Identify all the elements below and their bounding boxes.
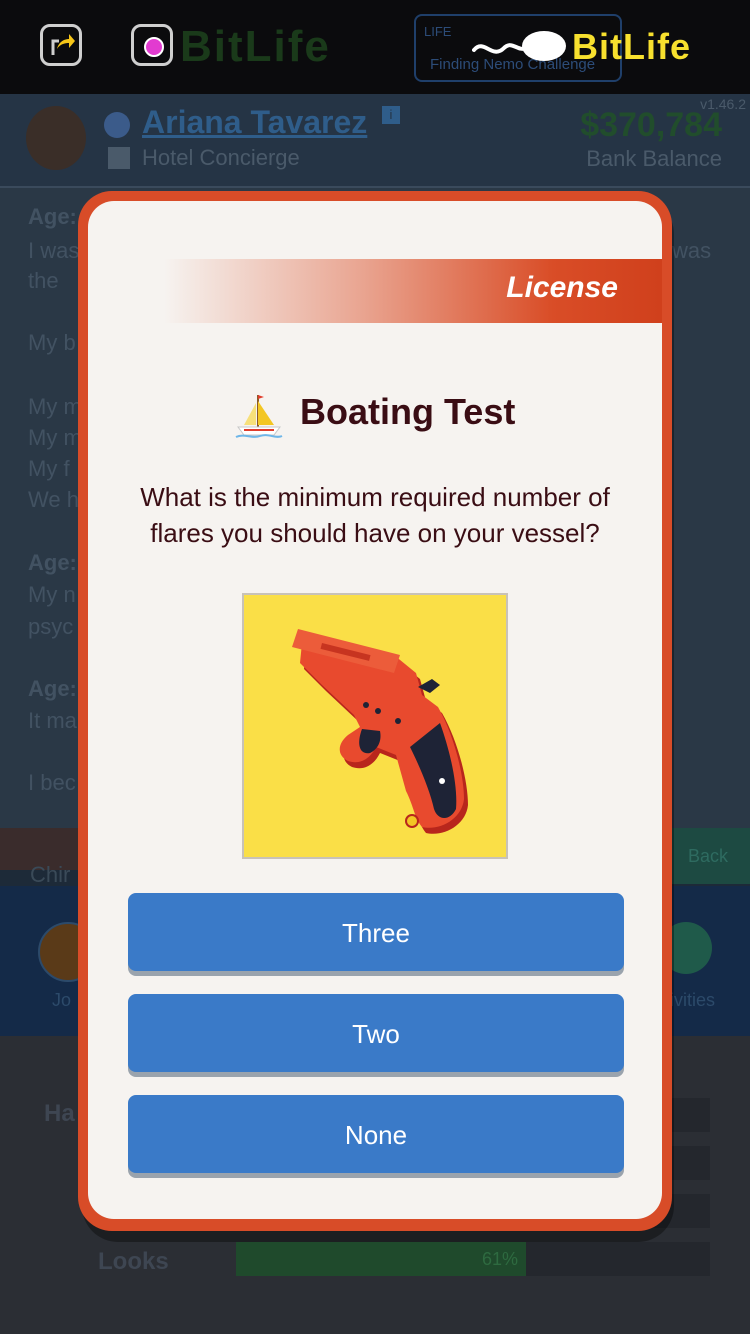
ribbon-label: License xyxy=(506,271,618,304)
info-icon[interactable]: i xyxy=(382,106,400,124)
bank-balance: $370,784 xyxy=(580,106,722,144)
test-title: Boating Test xyxy=(300,391,516,432)
answer-button-none[interactable]: None xyxy=(128,1095,624,1173)
top-bar: BitLife LIFE Finding Nemo Challenge BitL… xyxy=(0,0,750,94)
flare-gun-image xyxy=(242,593,508,859)
sperm-icon xyxy=(472,31,566,61)
instagram-button[interactable] xyxy=(131,24,173,66)
log-line: My m xyxy=(28,394,82,419)
log-line: I bec xyxy=(28,770,76,795)
license-test-modal: License Boating Test What is the minimum… xyxy=(78,191,672,1231)
job-title: Hotel Concierge xyxy=(142,145,300,170)
flag-icon xyxy=(104,112,130,138)
category-ribbon: License xyxy=(164,259,662,323)
log-line: psyc xyxy=(28,614,74,639)
logo-text: BitLife xyxy=(572,26,691,67)
log-line: My b xyxy=(28,330,76,355)
log-line: the xyxy=(28,268,59,293)
character-name[interactable]: Ariana Tavarez xyxy=(142,104,367,141)
nav-label-job: Jo xyxy=(52,990,72,1010)
log-line: Chir xyxy=(30,862,71,887)
looks-bar: 61% xyxy=(236,1242,526,1276)
share-icon xyxy=(51,34,75,55)
log-line: I was xyxy=(28,238,80,263)
sailboat-icon xyxy=(235,395,283,438)
log-line: My n xyxy=(28,582,76,607)
log-age-heading: Age: xyxy=(28,676,77,701)
log-line: We h xyxy=(28,487,79,512)
stat-label-looks: Looks xyxy=(98,1248,169,1275)
answer-button-three[interactable]: Three xyxy=(128,893,624,971)
back-button[interactable]: Back xyxy=(666,828,750,884)
building-icon xyxy=(108,147,130,169)
challenge-title: LIFE xyxy=(424,24,452,39)
question-text: What is the minimum required number of f… xyxy=(140,482,610,548)
nav-label-activities: ivities xyxy=(670,990,716,1010)
stat-label-happiness: Ha xyxy=(44,1100,75,1127)
log-line: My m xyxy=(28,425,82,450)
answer-button-two[interactable]: Two xyxy=(128,994,624,1072)
avatar[interactable] xyxy=(26,106,86,170)
logo-background: BitLife xyxy=(180,22,331,71)
log-line: was xyxy=(672,238,712,263)
log-age-heading: Age: xyxy=(28,204,77,229)
log-line: It ma xyxy=(28,708,77,733)
log-line: My f xyxy=(28,456,70,481)
camera-icon xyxy=(144,37,164,57)
log-age-heading: Age: xyxy=(28,550,77,575)
flare-gun-icon xyxy=(292,629,468,834)
bank-balance-label: Bank Balance xyxy=(586,146,722,171)
share-button[interactable] xyxy=(40,24,82,66)
modal-body: License Boating Test What is the minimum… xyxy=(88,201,662,1219)
